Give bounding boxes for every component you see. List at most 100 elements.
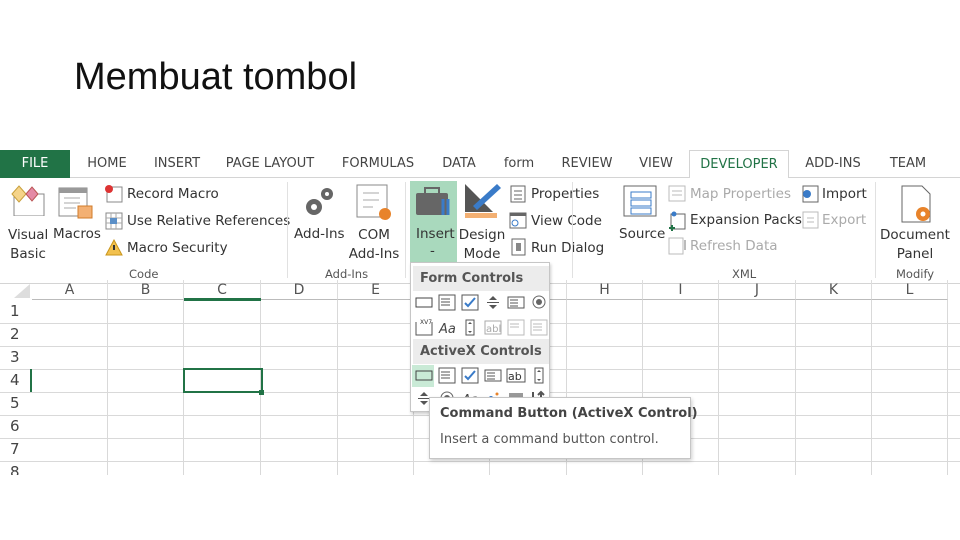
tab-form[interactable]: form	[496, 150, 542, 178]
combo-drop-down-edit-control-icon[interactable]	[529, 318, 549, 336]
fill-handle[interactable]	[259, 390, 264, 395]
document-panel-button[interactable]: Document Panel	[880, 226, 950, 264]
com-label-2: Add-Ins	[348, 246, 400, 262]
tab-developer[interactable]: DEVELOPER	[689, 150, 789, 179]
gridline	[718, 300, 719, 475]
scroll-bar-control-icon[interactable]	[529, 366, 549, 384]
label-control-icon[interactable]: Aa	[437, 318, 457, 336]
view-code-button[interactable]: View Code	[531, 213, 602, 229]
document-label: Document	[880, 227, 950, 243]
macro-security-button[interactable]: Macro Security	[127, 240, 228, 256]
ribbon-tabs: FILE HOME INSERT PAGE LAYOUT FORMULAS DA…	[0, 150, 960, 179]
view-code-icon	[509, 212, 527, 229]
activex-controls-header: ActiveX Controls	[413, 339, 549, 364]
design-label: Design	[458, 227, 506, 243]
group-divider	[875, 182, 876, 278]
insert-button[interactable]: Insert -	[410, 181, 457, 267]
document-panel-icon	[901, 185, 931, 223]
map-properties-button[interactable]: Map Properties	[690, 186, 791, 202]
selected-cell[interactable]	[183, 368, 263, 393]
svg-text:XV7: XV7	[420, 319, 432, 326]
gridline	[795, 300, 796, 475]
gridline	[337, 300, 338, 475]
column-header-E[interactable]: E	[338, 280, 414, 300]
column-header-D[interactable]: D	[261, 280, 338, 300]
group-box-control-icon[interactable]: XV7	[414, 318, 434, 336]
row-header-3[interactable]: 3	[0, 348, 32, 366]
tab-add-ins[interactable]: ADD-INS	[796, 150, 870, 178]
design-label-2: Mode	[463, 246, 501, 262]
row-header-7[interactable]: 7	[0, 440, 32, 458]
row-header-6[interactable]: 6	[0, 417, 32, 435]
run-dialog-icon	[511, 238, 526, 256]
column-header-L[interactable]: L	[872, 280, 948, 300]
tab-file[interactable]: FILE	[0, 150, 70, 178]
list-box-control-icon[interactable]	[506, 293, 526, 311]
combo-box-control-icon[interactable]	[437, 293, 457, 311]
tab-page-layout[interactable]: PAGE LAYOUT	[220, 150, 320, 178]
import-button[interactable]: Import	[822, 186, 867, 202]
group-label-code: Code	[129, 267, 159, 281]
tab-formulas[interactable]: FORMULAS	[334, 150, 422, 178]
column-header-I[interactable]: I	[643, 280, 719, 300]
row-header-5[interactable]: 5	[0, 394, 32, 412]
check-box-control-icon[interactable]	[460, 366, 480, 384]
check-box-control-icon[interactable]	[460, 293, 480, 311]
option-button-control-icon[interactable]	[529, 293, 549, 311]
row-header-1[interactable]: 1	[0, 302, 32, 320]
tab-team[interactable]: TEAM	[880, 150, 936, 178]
column-header-B[interactable]: B	[108, 280, 184, 300]
expansion-packs-button[interactable]: Expansion Packs	[690, 212, 802, 228]
properties-icon	[510, 185, 526, 203]
export-button[interactable]: Export	[822, 212, 866, 228]
visual-basic-button[interactable]: Visual Basic	[8, 226, 48, 264]
group-divider	[287, 182, 288, 278]
text-box-control-icon[interactable]: ab	[506, 366, 526, 384]
select-all-corner[interactable]	[14, 284, 30, 298]
design-mode-button[interactable]: Design Mode	[458, 226, 506, 264]
record-macro-icon	[105, 185, 123, 203]
svg-text:ab: ab	[508, 370, 522, 383]
tab-data[interactable]: DATA	[434, 150, 484, 178]
spin-button-control-icon[interactable]	[483, 293, 503, 311]
add-ins-button[interactable]: Add-Ins	[294, 226, 345, 242]
row-header-2[interactable]: 2	[0, 325, 32, 343]
column-header-J[interactable]: J	[719, 280, 796, 300]
insert-label: Insert	[416, 226, 455, 242]
insert-dropdown-arrow: -	[430, 243, 435, 259]
combo-box-control-icon[interactable]	[437, 366, 457, 384]
tab-review[interactable]: REVIEW	[554, 150, 620, 178]
tooltip-title: Command Button (ActiveX Control)	[440, 406, 698, 421]
tab-insert[interactable]: INSERT	[146, 150, 208, 178]
active-row-indicator	[30, 369, 32, 392]
visual-basic-label: Visual	[8, 227, 49, 243]
command-button-control-icon[interactable]	[414, 366, 434, 384]
source-icon	[623, 185, 657, 217]
use-relative-references-button[interactable]: Use Relative References	[127, 213, 290, 229]
tab-view[interactable]: VIEW	[632, 150, 680, 178]
record-macro-button[interactable]: Record Macro	[127, 186, 219, 202]
column-header-H[interactable]: H	[567, 280, 643, 300]
macros-button[interactable]: Macros	[53, 226, 101, 242]
list-box-control-icon[interactable]	[483, 366, 503, 384]
combo-list-edit-control-icon[interactable]	[506, 318, 526, 336]
column-header-C[interactable]: C	[184, 280, 261, 300]
scroll-bar-control-icon[interactable]	[460, 318, 480, 336]
column-header-K[interactable]: K	[796, 280, 872, 300]
warning-icon	[105, 239, 123, 256]
properties-button[interactable]: Properties	[531, 186, 599, 202]
refresh-data-button[interactable]: Refresh Data	[690, 238, 778, 254]
source-button[interactable]: Source	[619, 226, 665, 242]
form-controls-header: Form Controls	[413, 266, 549, 291]
row-header-4[interactable]: 4	[0, 371, 32, 389]
column-header-A[interactable]: A	[32, 280, 108, 300]
tab-home[interactable]: HOME	[78, 150, 136, 178]
gridline	[871, 300, 872, 475]
com-add-ins-button[interactable]: COM Add-Ins	[348, 226, 400, 264]
button-control-icon[interactable]	[414, 293, 434, 311]
run-dialog-button[interactable]: Run Dialog	[531, 240, 604, 256]
text-field-control-icon[interactable]: abl	[483, 318, 503, 336]
toolbox-icon	[416, 187, 450, 215]
row-header-8[interactable]: 8	[0, 463, 32, 475]
com-add-ins-icon	[356, 184, 391, 220]
